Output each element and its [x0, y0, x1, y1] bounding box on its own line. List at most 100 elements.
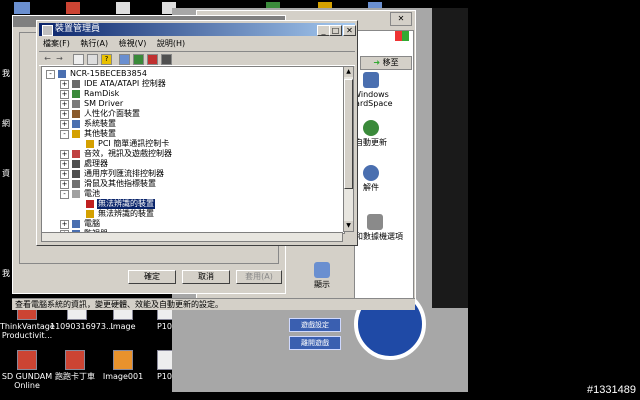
cancel-button[interactable]: 取消 — [182, 270, 230, 284]
desktop-icon-label: Image001 — [102, 372, 144, 381]
desktop-icon-label: Image — [110, 322, 136, 331]
image-file-icon — [113, 350, 133, 370]
menu-bar: 檔案(F) 執行(A) 檢視(V) 說明(H) — [39, 37, 355, 50]
hid-icon — [72, 110, 80, 118]
disable-icon[interactable] — [161, 54, 172, 65]
expand-icon[interactable]: + — [60, 150, 69, 159]
desktop-top-icon[interactable] — [66, 2, 80, 14]
expand-icon[interactable]: + — [60, 80, 69, 89]
apply-button[interactable]: 套用(A) — [236, 270, 282, 284]
tree-item-label: 處理器 — [84, 159, 108, 168]
collapse-icon[interactable]: - — [60, 130, 69, 139]
tree-item-label: 無法辨識的裝置 — [98, 209, 154, 218]
ide-controller-icon — [72, 80, 80, 88]
desktop-edge-label-1: 我 — [2, 69, 10, 78]
ok-button[interactable]: 確定 — [128, 270, 176, 284]
print-icon[interactable] — [87, 54, 98, 65]
tree-item-label: 通用序列匯流排控制器 — [84, 169, 164, 178]
desktop-edge-label-2: 網 — [2, 119, 10, 128]
mail-icon — [363, 165, 379, 181]
maximize-button[interactable]: □ — [329, 25, 342, 36]
title-bar[interactable]: 裝置管理員 _ □ ✕ — [39, 23, 356, 36]
help-icon[interactable]: ? — [101, 54, 112, 65]
vertical-scrollbar[interactable]: ▲ ▼ — [343, 66, 354, 232]
tree-item-label: 系統裝置 — [84, 119, 116, 128]
expand-icon[interactable]: + — [60, 160, 69, 169]
tree-item-label: SM Driver — [84, 99, 124, 108]
collapse-icon[interactable]: - — [60, 190, 69, 199]
ramdisk-icon — [72, 90, 80, 98]
status-bar: 查看電腦系統的資訊，變更硬體、效能及自動更新的設定。 — [12, 298, 415, 310]
collapse-icon[interactable]: - — [46, 70, 55, 79]
tree-item-label: 電腦 — [84, 219, 100, 228]
minimize-icon: _ — [321, 26, 326, 35]
expand-icon[interactable]: + — [60, 120, 69, 129]
expand-icon[interactable]: + — [60, 100, 69, 109]
update-icon[interactable] — [133, 54, 144, 65]
tree-item-label: 其他裝置 — [84, 129, 116, 138]
forward-icon[interactable]: → — [55, 54, 64, 63]
properties-icon[interactable] — [73, 54, 84, 65]
close-button[interactable]: ✕ — [343, 25, 356, 36]
warning-device-icon — [86, 210, 94, 218]
scroll-thumb[interactable] — [344, 79, 353, 189]
expand-icon[interactable]: + — [60, 220, 69, 229]
desktop-icon-sd-gundam[interactable]: SD GUNDAM Online — [0, 350, 54, 390]
desktop-icon-kartrider[interactable]: 跑跑卡丁車 — [48, 350, 102, 381]
computer-icon — [58, 70, 66, 78]
goto-button[interactable]: ➜ 移至 — [360, 56, 412, 70]
maximize-icon: □ — [331, 26, 340, 35]
display-icon — [314, 262, 330, 278]
error-device-icon — [86, 200, 94, 208]
sm-driver-icon — [72, 100, 80, 108]
tree-item-label: 音效，視訊及遊戲控制器 — [84, 149, 172, 158]
tree-item-label: NCR-15BECEB3854 — [70, 69, 147, 78]
scroll-up-icon[interactable]: ▲ — [344, 67, 353, 77]
cp-item-label: 解件 — [363, 183, 379, 192]
background-window-edge — [432, 8, 468, 308]
menu-help[interactable]: 說明(H) — [157, 39, 185, 48]
desktop-top-icon[interactable] — [14, 2, 30, 14]
expand-icon[interactable]: + — [60, 180, 69, 189]
exit-game-button[interactable]: 離開遊戲 — [289, 336, 341, 350]
warning-device-icon — [86, 140, 94, 148]
expand-icon[interactable]: + — [60, 90, 69, 99]
auto-update-icon — [363, 120, 379, 136]
toolbar: ← → ? — [39, 51, 355, 66]
window-title: 裝置管理員 — [55, 24, 101, 34]
desktop-edge-label-4: 我 — [2, 269, 10, 278]
kartrider-icon — [65, 350, 85, 370]
expand-icon[interactable]: + — [60, 170, 69, 179]
device-manager-window: 裝置管理員 _ □ ✕ 檔案(F) 執行(A) 檢視(V) 說明(H) ← → … — [36, 20, 358, 246]
menu-action[interactable]: 執行(A) — [80, 39, 108, 48]
desktop-icon-label: 跑跑卡丁車 — [55, 372, 95, 381]
desktop-icon-label: ThinkVantage Productivit... — [0, 322, 55, 340]
pc-icon — [72, 220, 80, 228]
cp-item-display[interactable]: 顯示 — [292, 262, 352, 289]
scroll-down-icon[interactable]: ▼ — [344, 221, 353, 231]
menu-file[interactable]: 檔案(F) — [43, 39, 70, 48]
system-device-icon — [72, 120, 80, 128]
gundam-icon — [17, 350, 37, 370]
expand-icon[interactable]: + — [60, 110, 69, 119]
device-manager-app-icon — [42, 25, 53, 36]
uninstall-icon[interactable] — [147, 54, 158, 65]
game-settings-button[interactable]: 遊戲設定 — [289, 318, 341, 332]
desktop-edge-label-3: 資 — [2, 169, 10, 178]
back-icon[interactable]: ← — [43, 54, 52, 63]
scan-icon[interactable] — [119, 54, 130, 65]
sound-icon — [72, 150, 80, 158]
tree-item-label: RamDisk — [84, 89, 120, 98]
tree-item-label: 無法辨識的裝置 — [97, 199, 155, 209]
menu-view[interactable]: 檢視(V) — [119, 39, 147, 48]
tree-item-label: 電池 — [84, 189, 100, 198]
unknown-device-icon — [72, 130, 80, 138]
processor-icon — [72, 160, 80, 168]
tree-item-label: PCI 簡單通訊控制卡 — [98, 139, 170, 148]
goto-label: 移至 — [382, 58, 399, 67]
horizontal-scrollbar[interactable] — [41, 232, 343, 242]
desktop-top-icon[interactable] — [116, 2, 130, 14]
go-arrow-icon: ➜ — [373, 58, 381, 67]
cp-item-label: 自動更新 — [355, 138, 387, 147]
watermark: #1331489 — [587, 384, 636, 396]
